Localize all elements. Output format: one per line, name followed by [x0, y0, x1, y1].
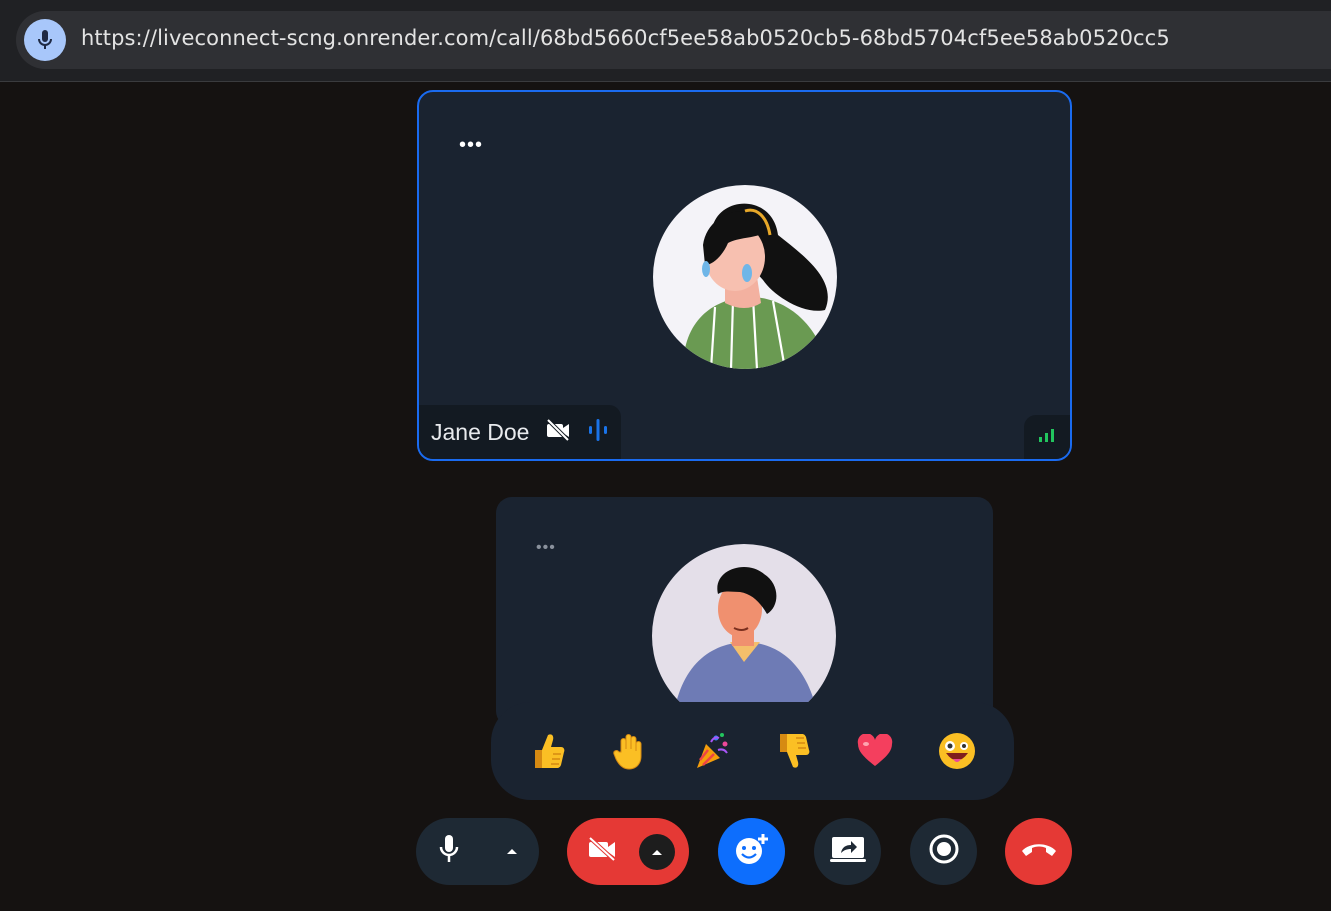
end-call-button[interactable]	[1005, 818, 1072, 885]
participant-tile-active[interactable]: ••• Jane Doe	[417, 90, 1072, 461]
avatar	[652, 544, 836, 727]
reaction-thumbs-up[interactable]	[521, 724, 575, 778]
chevron-up-icon	[652, 849, 662, 855]
reaction-heart[interactable]	[848, 724, 902, 778]
signal-strength-icon	[1038, 428, 1056, 447]
participant-name-bar: Jane Doe	[419, 405, 622, 459]
chevron-up-icon[interactable]	[505, 843, 519, 861]
more-options-button[interactable]: •••	[459, 135, 483, 155]
reaction-party-popper[interactable]	[685, 724, 739, 778]
microphone-toggle[interactable]	[416, 818, 539, 885]
emoji-add-icon[interactable]	[734, 832, 770, 871]
camera-toggle[interactable]	[567, 818, 689, 885]
record-icon[interactable]	[928, 833, 960, 870]
avatar	[653, 185, 837, 369]
camera-off-icon	[545, 418, 571, 446]
record-button[interactable]	[910, 818, 977, 885]
screen-share-button[interactable]	[814, 818, 881, 885]
camera-options-button[interactable]	[639, 833, 675, 870]
reaction-thumbs-down[interactable]	[766, 724, 820, 778]
reactions-panel	[491, 702, 1014, 800]
browser-toolbar: https://liveconnect-scng.onrender.com/ca…	[0, 0, 1331, 82]
reaction-grinning-face[interactable]	[930, 724, 984, 778]
url-text[interactable]: https://liveconnect-scng.onrender.com/ca…	[81, 26, 1170, 50]
network-quality-badge	[1024, 415, 1070, 459]
phone-hangup-icon[interactable]	[1020, 839, 1058, 864]
more-options-button[interactable]: •••	[536, 540, 556, 556]
camera-off-icon[interactable]	[587, 836, 617, 867]
microphone-icon[interactable]	[438, 834, 460, 869]
reactions-button[interactable]	[718, 818, 785, 885]
participant-tile[interactable]: •••	[496, 497, 993, 727]
screen-share-icon[interactable]	[829, 835, 866, 868]
microphone-icon[interactable]	[24, 19, 66, 61]
audio-level-icon	[587, 417, 609, 448]
address-bar[interactable]: https://liveconnect-scng.onrender.com/ca…	[16, 11, 1331, 69]
reaction-raised-hand[interactable]	[603, 724, 657, 778]
participant-name: Jane Doe	[431, 418, 530, 445]
